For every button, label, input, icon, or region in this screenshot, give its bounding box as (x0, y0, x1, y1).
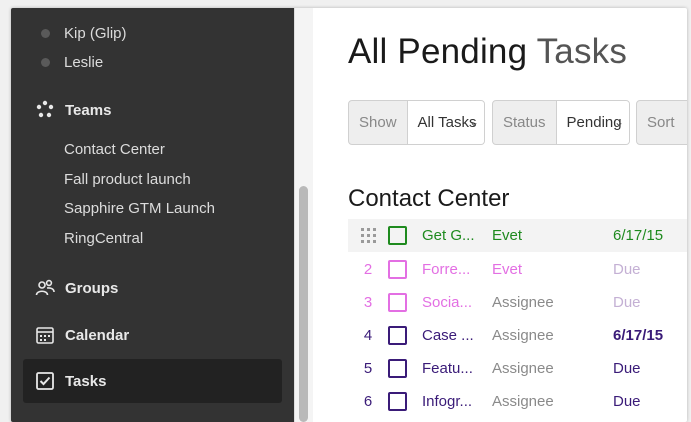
task-checkbox[interactable] (388, 326, 407, 345)
sidebar-person[interactable]: Kip (Glip) (11, 19, 294, 48)
chevron-down-icon: ⌄ (468, 115, 479, 129)
task-number: 6 (363, 393, 373, 410)
task-number: 3 (363, 294, 373, 311)
presence-dot (41, 29, 50, 38)
sidebar-item-label: Groups (65, 279, 119, 297)
sidebar-person[interactable]: Leslie (11, 48, 294, 77)
show-filter-label: Show (359, 114, 397, 131)
scrollbar-thumb[interactable] (299, 186, 308, 422)
chevron-down-icon: ⌄ (613, 115, 624, 129)
task-assignee: Assignee (492, 393, 554, 410)
task-row[interactable]: 2 Forre... Evet Due (348, 253, 687, 286)
sidebar-item-tasks[interactable]: Tasks (23, 359, 282, 403)
person-name: Leslie (64, 54, 104, 71)
task-checkbox[interactable] (388, 392, 407, 411)
sidebar: Kip (Glip) Leslie Teams Contact Center F… (11, 8, 294, 422)
task-due: Due (613, 393, 641, 410)
task-due: Due (613, 294, 641, 311)
task-checkbox[interactable] (388, 226, 407, 245)
task-name: Socia... (422, 294, 473, 311)
task-name: Infogr... (422, 393, 473, 410)
task-due: Due (613, 261, 641, 278)
people-list: Kip (Glip) Leslie (11, 19, 294, 77)
task-due: 6/17/15 (613, 327, 664, 344)
task-assignee: Assignee (492, 360, 554, 377)
task-due: 6/17/15 (613, 227, 664, 244)
page-title: All Pending Tasks (348, 32, 627, 72)
sidebar-item-teams[interactable]: Teams (23, 88, 282, 132)
task-check-icon (36, 372, 54, 390)
status-filter[interactable]: Status Pending ⌄ (492, 100, 630, 145)
app-window: Kip (Glip) Leslie Teams Contact Center F… (11, 8, 687, 422)
sidebar-item-groups[interactable]: Groups (23, 266, 282, 310)
page-title-main: All Pending (348, 32, 528, 71)
task-row[interactable]: 6 Infogr... Assignee Due (348, 385, 687, 418)
sidebar-item-calendar[interactable]: Calendar (23, 313, 282, 357)
status-filter-select[interactable]: Pending ⌄ (555, 101, 629, 144)
task-row[interactable]: Get G... Evet 6/17/15 (348, 219, 687, 252)
main-content: All Pending Tasks Show All Tasks ⌄ Statu… (312, 8, 687, 422)
section-title: Contact Center (348, 185, 510, 212)
teams-icon (36, 100, 54, 118)
sidebar-team-item[interactable]: Contact Center (11, 135, 294, 165)
status-filter-label: Status (503, 114, 546, 131)
task-checkbox[interactable] (388, 260, 407, 279)
task-name: Forre... (422, 261, 471, 278)
task-number: 5 (363, 360, 373, 377)
sidebar-team-item[interactable]: Fall product launch (11, 165, 294, 195)
presence-dot (41, 58, 50, 67)
task-row[interactable]: 4 Case ... Assignee 6/17/15 (348, 319, 687, 352)
sidebar-item-label: Teams (65, 101, 112, 119)
show-filter-value: All Tasks (417, 114, 477, 131)
task-number: 4 (363, 327, 373, 344)
show-filter-select[interactable]: All Tasks ⌄ (406, 101, 484, 144)
drag-handle-icon[interactable] (348, 228, 388, 243)
sidebar-team-item[interactable]: RingCentral (11, 224, 294, 254)
task-assignee: Assignee (492, 294, 554, 311)
task-due: Due (613, 360, 641, 377)
page-title-suffix: Tasks (536, 32, 628, 71)
sidebar-item-label: Tasks (65, 372, 107, 390)
sort-filter[interactable]: Sort (636, 100, 687, 145)
task-assignee: Evet (492, 261, 523, 278)
task-row[interactable]: 5 Featu... Assignee Due (348, 352, 687, 385)
show-filter[interactable]: Show All Tasks ⌄ (348, 100, 485, 145)
sort-filter-label: Sort (647, 114, 675, 131)
person-name: Kip (Glip) (64, 25, 127, 42)
sidebar-item-label: Calendar (65, 326, 130, 344)
sidebar-team-item[interactable]: Sapphire GTM Launch (11, 194, 294, 224)
teams-list: Contact Center Fall product launch Sapph… (11, 135, 294, 253)
task-row[interactable]: 3 Socia... Assignee Due (348, 286, 687, 319)
task-assignee: Assignee (492, 327, 554, 344)
task-checkbox[interactable] (388, 359, 407, 378)
task-assignee: Evet (492, 227, 523, 244)
calendar-icon (36, 327, 54, 344)
task-number: 2 (363, 261, 373, 278)
task-checkbox[interactable] (388, 293, 407, 312)
task-name: Get G... (422, 227, 475, 244)
groups-icon (35, 279, 55, 296)
task-name: Featu... (422, 360, 473, 377)
task-name: Case ... (422, 327, 474, 344)
